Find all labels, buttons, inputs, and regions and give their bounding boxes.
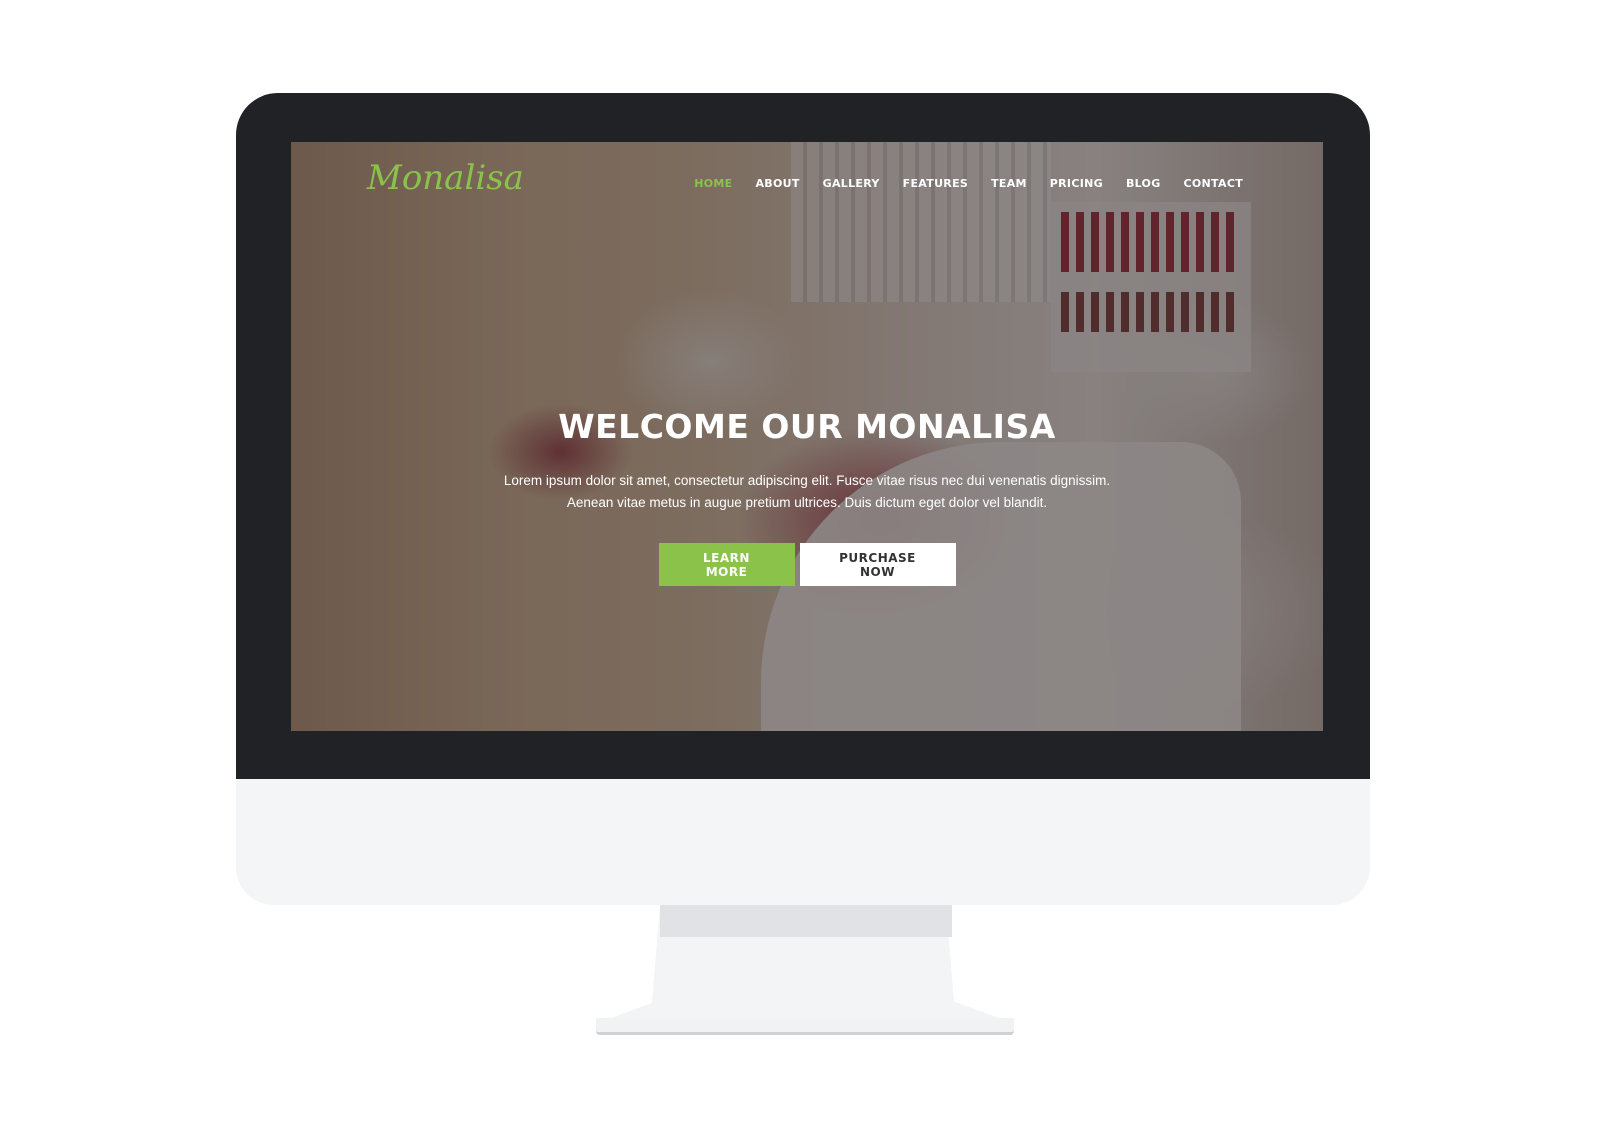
hero-description-line-2: Aenean vitae metus in augue pretium ultr… <box>566 495 1048 510</box>
mockup-stage: Monalisa HOME ABOUT GALLERY FEATURES TEA… <box>0 0 1600 1134</box>
hero-title: WELCOME OUR MONALISA <box>558 407 1056 446</box>
nav-item-pricing[interactable]: PRICING <box>1050 177 1103 190</box>
monitor-stand-base <box>596 1018 1014 1035</box>
hero-description-line-1: Lorem ipsum dolor sit amet, consectetur … <box>503 473 1111 488</box>
monitor-stand-shadow <box>660 905 952 937</box>
purchase-now-button[interactable]: PURCHASE NOW <box>799 543 956 586</box>
nav-item-team[interactable]: TEAM <box>991 177 1027 190</box>
hero-buttons: LEARN MORE PURCHASE NOW <box>291 543 1323 586</box>
monitor-chin <box>236 779 1370 905</box>
nav-item-features[interactable]: FEATURES <box>903 177 968 190</box>
nav-item-home[interactable]: HOME <box>694 177 732 190</box>
site-logo[interactable]: Monalisa <box>367 158 524 198</box>
learn-more-button[interactable]: LEARN MORE <box>658 543 795 586</box>
nav-item-blog[interactable]: BLOG <box>1126 177 1161 190</box>
monitor-screen: Monalisa HOME ABOUT GALLERY FEATURES TEA… <box>291 142 1323 731</box>
hero-description: Lorem ipsum dolor sit amet, consectetur … <box>487 470 1127 514</box>
nav-item-about[interactable]: ABOUT <box>755 177 799 190</box>
main-nav: HOME ABOUT GALLERY FEATURES TEAM PRICING… <box>694 177 1243 190</box>
nav-item-gallery[interactable]: GALLERY <box>823 177 880 190</box>
nav-item-contact[interactable]: CONTACT <box>1184 177 1243 190</box>
hero-content: WELCOME OUR MONALISA Lorem ipsum dolor s… <box>291 407 1323 586</box>
